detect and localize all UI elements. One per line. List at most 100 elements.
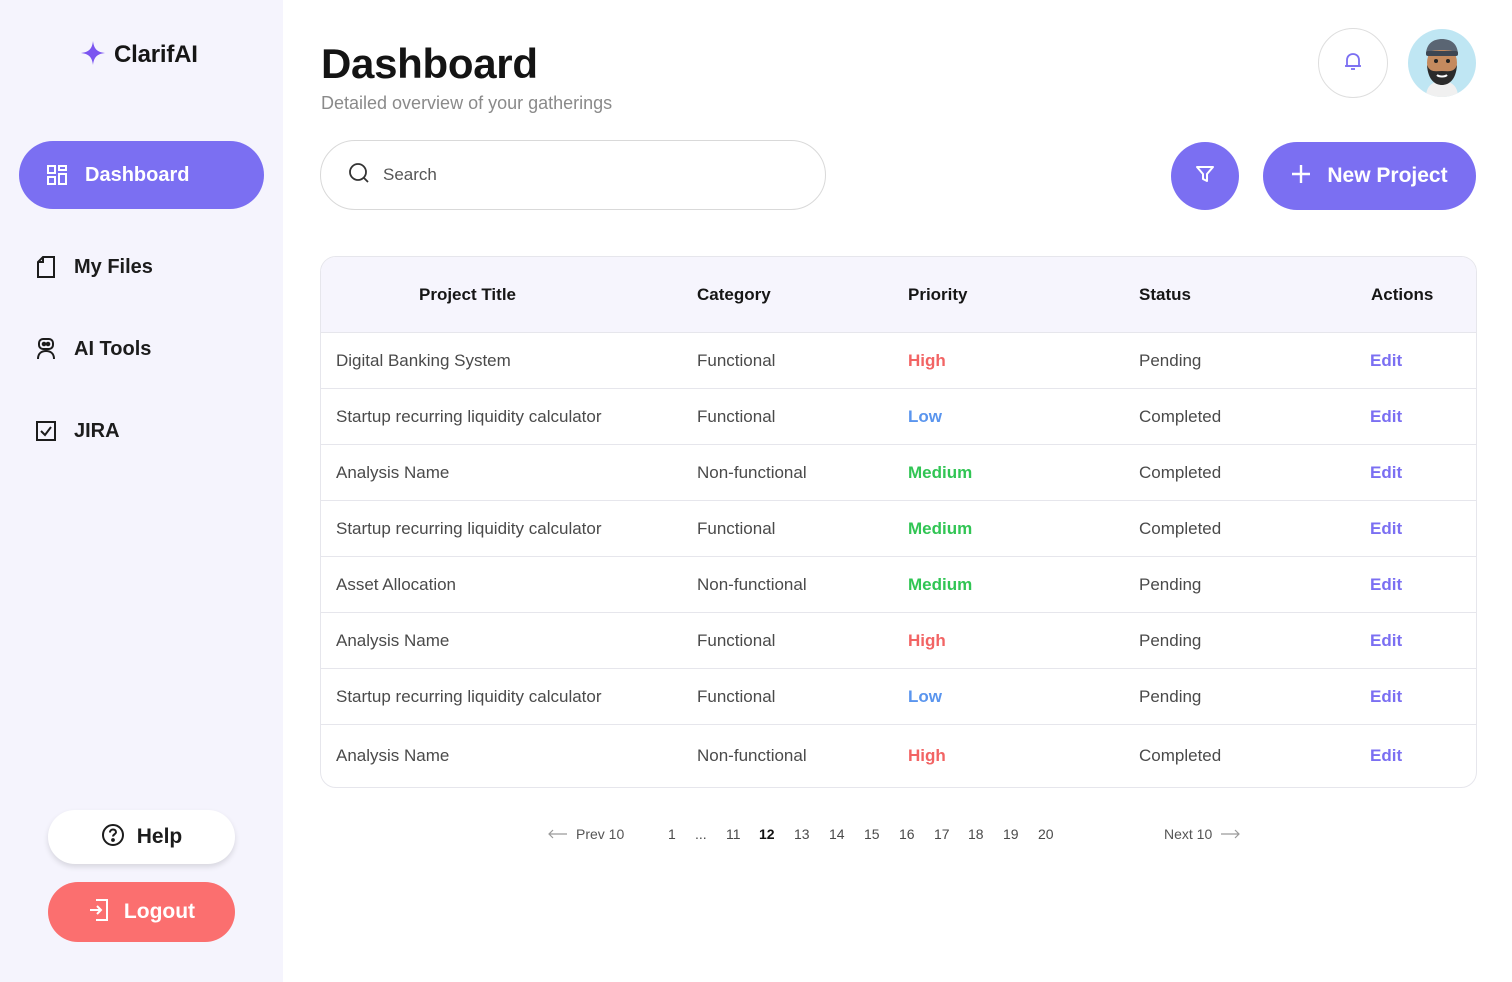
table-header: Project Title Category Priority Status A… [321, 257, 1476, 333]
arrow-right-icon [1220, 826, 1241, 842]
category-cell: Non-functional [697, 574, 807, 594]
category-cell: Functional [697, 686, 776, 706]
filter-icon [1194, 163, 1216, 190]
table-row: Analysis Name Non-functional Medium Comp… [321, 445, 1476, 501]
page-number[interactable]: 13 [794, 822, 810, 846]
sidebar-item-label: My Files [74, 255, 153, 278]
project-title-cell: Startup recurring liquidity calculator [336, 406, 602, 426]
project-title-cell: Startup recurring liquidity calculator [336, 518, 602, 538]
column-header-priority[interactable]: Priority [908, 257, 968, 333]
edit-link[interactable]: Edit [1370, 501, 1402, 556]
plus-icon [1291, 164, 1311, 189]
column-header-title[interactable]: Project Title [419, 257, 516, 333]
page-title: Dashboard [321, 40, 538, 87]
status-cell: Completed [1139, 746, 1222, 765]
edit-link[interactable]: Edit [1370, 333, 1402, 388]
grid-icon [45, 163, 69, 187]
page-number[interactable]: 16 [899, 822, 915, 846]
priority-cell: Low [908, 686, 942, 706]
projects-table: Project Title Category Priority Status A… [320, 256, 1477, 788]
checkbox-icon [34, 419, 58, 443]
prev-page-label: Prev 10 [576, 826, 625, 842]
page-number[interactable]: 20 [1038, 822, 1054, 846]
edit-link[interactable]: Edit [1370, 389, 1402, 444]
category-cell: Functional [697, 630, 776, 650]
project-title-cell: Asset Allocation [336, 574, 457, 594]
page-ellipsis: ... [695, 826, 707, 842]
new-project-button[interactable]: New Project [1263, 142, 1476, 210]
logout-button[interactable]: Logout [48, 882, 235, 942]
edit-link[interactable]: Edit [1370, 669, 1402, 724]
category-cell: Functional [697, 406, 776, 426]
status-cell: Pending [1139, 574, 1202, 594]
user-avatar[interactable] [1408, 29, 1476, 97]
status-cell: Completed [1139, 406, 1222, 426]
priority-cell: High [908, 746, 946, 765]
page-number[interactable]: 18 [968, 822, 984, 846]
app-logo[interactable]: ClarifAI [80, 40, 198, 70]
avatar-illustration [1426, 39, 1458, 97]
status-cell: Pending [1139, 686, 1202, 706]
sidebar-item-label: Dashboard [85, 163, 190, 186]
page-number[interactable]: 15 [864, 822, 880, 846]
project-title-cell: Digital Banking System [336, 350, 511, 370]
sidebar-item-ai-tools[interactable]: AI Tools [34, 329, 151, 369]
column-header-actions: Actions [1371, 285, 1434, 304]
column-header-category[interactable]: Category [697, 257, 771, 333]
category-cell: Functional [697, 518, 776, 538]
edit-link[interactable]: Edit [1370, 613, 1402, 668]
filter-button[interactable] [1171, 142, 1239, 210]
status-cell: Pending [1139, 630, 1202, 650]
sidebar-item-jira[interactable]: JIRA [34, 411, 120, 451]
project-title-cell: Analysis Name [336, 462, 450, 482]
priority-cell: Medium [908, 462, 973, 482]
category-cell: Non-functional [697, 462, 807, 482]
project-title-cell: Analysis Name [336, 746, 450, 765]
logout-label: Logout [123, 900, 196, 923]
priority-cell: High [908, 630, 946, 650]
table-row: Asset Allocation Non-functional Medium P… [321, 557, 1476, 613]
table-row: Analysis Name Non-functional High Comple… [321, 725, 1476, 787]
priority-cell: Medium [908, 518, 973, 538]
table-row: Startup recurring liquidity calculator F… [321, 669, 1476, 725]
new-project-label: New Project [1327, 164, 1448, 187]
page-number[interactable]: 11 [726, 822, 741, 846]
arrow-left-icon [548, 826, 568, 842]
category-cell: Non-functional [697, 746, 807, 765]
sparkle-icon [80, 40, 106, 71]
status-cell: Completed [1139, 518, 1222, 538]
prev-page-button[interactable]: Prev 10 [548, 822, 624, 846]
page-number[interactable]: 17 [934, 822, 950, 846]
priority-cell: Low [908, 406, 942, 426]
priority-cell: High [908, 350, 946, 370]
search-bar[interactable] [320, 140, 826, 210]
robot-icon [34, 337, 58, 361]
table-row: Analysis Name Functional High Pending Ed… [321, 613, 1476, 669]
status-cell: Pending [1139, 350, 1202, 370]
search-input[interactable] [383, 165, 763, 185]
sidebar-item-dashboard[interactable]: Dashboard [19, 141, 264, 209]
project-title-cell: Startup recurring liquidity calculator [336, 686, 602, 706]
project-title-cell: Analysis Name [336, 630, 450, 650]
search-icon [347, 161, 371, 190]
edit-link[interactable]: Edit [1370, 725, 1402, 787]
file-icon [34, 255, 58, 279]
edit-link[interactable]: Edit [1370, 445, 1402, 500]
page-number[interactable]: 14 [829, 822, 845, 846]
page-number[interactable]: 1 [668, 822, 676, 846]
sidebar-item-label: JIRA [74, 419, 120, 442]
page-subtitle: Detailed overview of your gatherings [321, 93, 613, 113]
notifications-button[interactable] [1318, 28, 1388, 98]
page-number-current[interactable]: 12 [759, 822, 775, 846]
table-row: Digital Banking System Functional High P… [321, 333, 1476, 389]
edit-link[interactable]: Edit [1370, 557, 1402, 612]
page-number[interactable]: 19 [1003, 822, 1019, 846]
sidebar-item-my-files[interactable]: My Files [34, 247, 153, 287]
table-row: Startup recurring liquidity calculator F… [321, 501, 1476, 557]
column-header-status[interactable]: Status [1139, 257, 1191, 333]
status-cell: Completed [1139, 462, 1222, 482]
next-page-button[interactable]: Next 10 [1164, 822, 1241, 846]
next-page-label: Next 10 [1164, 826, 1213, 842]
table-row: Startup recurring liquidity calculator F… [321, 389, 1476, 445]
category-cell: Functional [697, 350, 776, 370]
